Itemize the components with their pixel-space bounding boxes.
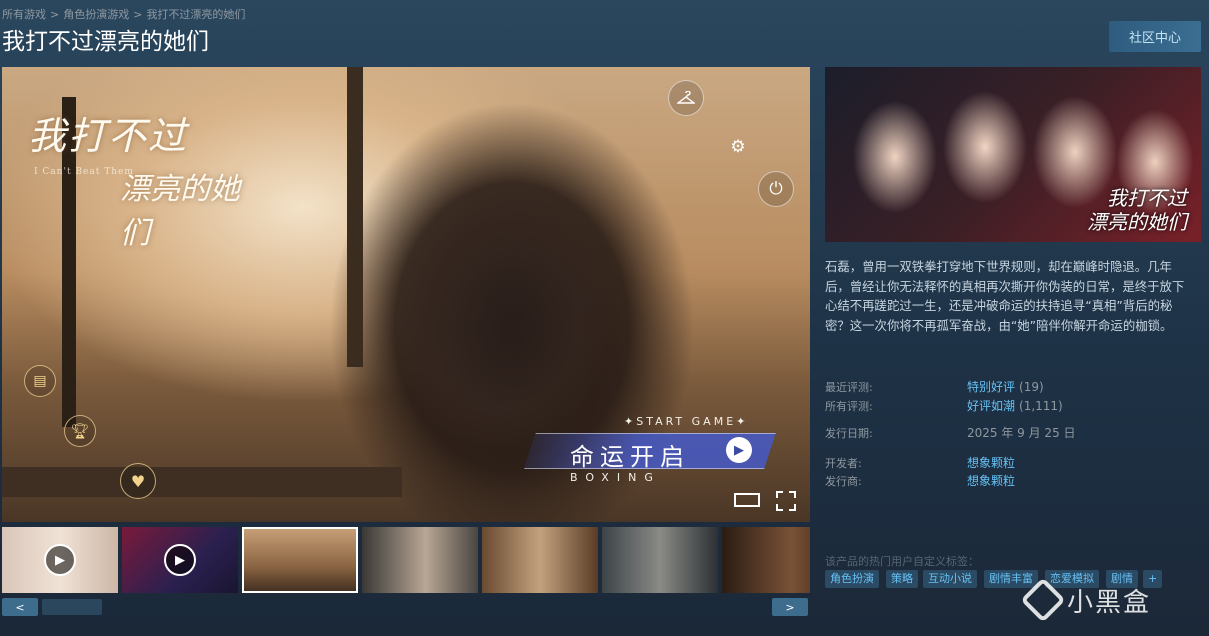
- breadcrumb: 所有游戏 > 角色扮演游戏 > 我打不过漂亮的她们: [2, 6, 245, 22]
- thumbnail-video-1[interactable]: ▶: [2, 527, 118, 593]
- header-capsule-image: 我打不过 漂亮的她们: [825, 67, 1201, 242]
- capsule-title-line-2: 漂亮的她们: [1087, 210, 1187, 234]
- all-reviews-value[interactable]: 好评如潮: [967, 399, 1015, 413]
- fullscreen-icon[interactable]: [776, 491, 796, 514]
- game-description: 石磊，曾用一双铁拳打穿地下世界规则，却在巅峰时隐退。几年后，曾经让你无法释怀的真…: [825, 259, 1185, 333]
- release-date-row: 发行日期: 2025 年 9 月 25 日: [825, 424, 1076, 441]
- breadcrumb-separator: >: [50, 8, 60, 21]
- thumbnail-screenshot-5[interactable]: [722, 527, 810, 593]
- capsule-title: 我打不过 漂亮的她们: [1087, 186, 1187, 234]
- chevron-left-icon: <: [15, 600, 25, 614]
- community-hub-button[interactable]: 社区中心: [1109, 21, 1201, 52]
- release-date-label: 发行日期:: [825, 427, 873, 440]
- tag-item[interactable]: 互动小说: [923, 570, 977, 588]
- logo-line-1: 我打不过: [28, 114, 189, 158]
- thumbnail-screenshot-4[interactable]: [602, 527, 718, 593]
- palm-trunk: [347, 67, 363, 367]
- trophy-icon[interactable]: 🏆︎: [64, 415, 96, 447]
- boxing-label: BOXING: [570, 471, 661, 484]
- thumbnail-screenshot-3[interactable]: [482, 527, 598, 593]
- publisher-row: 发行商: 想象颗粒: [825, 472, 1015, 489]
- hanger-icon[interactable]: [668, 80, 704, 116]
- thumbnail-screenshot-2[interactable]: [362, 527, 478, 593]
- breadcrumb-item-game[interactable]: 我打不过漂亮的她们: [146, 8, 245, 21]
- watermark-text: 小黑盒: [1067, 587, 1152, 618]
- gear-icon[interactable]: ⚙: [720, 129, 756, 165]
- logo-english: I Can't Beat Them: [34, 167, 134, 177]
- hearts-icon[interactable]: ♥: [120, 463, 156, 499]
- watermark: 小黑盒: [1020, 577, 1177, 623]
- thumbnail-video-2[interactable]: ▶: [122, 527, 238, 593]
- tags-label: 该产品的热门用户自定义标签：: [825, 555, 979, 568]
- tag-item[interactable]: 角色扮演: [825, 570, 879, 588]
- play-icon: ▶: [44, 544, 76, 576]
- power-icon[interactable]: ⏻: [758, 171, 794, 207]
- xiaoheihe-logo-icon: [1020, 577, 1066, 623]
- scrollbar-thumb[interactable]: [42, 599, 102, 615]
- breadcrumb-separator: >: [133, 8, 143, 21]
- bench: [2, 467, 402, 497]
- scroll-left-button[interactable]: <: [2, 598, 38, 616]
- start-game-cn-label: 命运开启: [570, 443, 690, 471]
- breadcrumb-item-all-games[interactable]: 所有游戏: [2, 8, 46, 21]
- publisher-link[interactable]: 想象颗粒: [967, 474, 1015, 488]
- window-mode-icon[interactable]: [734, 491, 760, 511]
- all-reviews-row: 所有评测: 好评如潮 (1,111): [825, 397, 1063, 414]
- thumbnail-screenshot-1[interactable]: [242, 527, 358, 593]
- recent-reviews-value[interactable]: 特别好评: [967, 380, 1015, 394]
- capsule-title-line-1: 我打不过: [1107, 186, 1187, 210]
- start-game-en-label: ✦START GAME✦: [624, 415, 749, 428]
- developer-label: 开发者:: [825, 457, 862, 470]
- page-title: 我打不过漂亮的她们: [2, 29, 209, 55]
- recent-reviews-count: (19): [1019, 380, 1044, 394]
- recent-reviews-label: 最近评测:: [825, 381, 873, 394]
- developer-row: 开发者: 想象颗粒: [825, 454, 1015, 471]
- scroll-right-button[interactable]: >: [772, 598, 808, 616]
- all-reviews-count: (1,111): [1019, 399, 1063, 413]
- release-date-value: 2025 年 9 月 25 日: [967, 426, 1076, 440]
- game-logo: 我打不过 I Can't Beat Them 漂亮的她们: [28, 105, 268, 255]
- notes-icon[interactable]: ▤: [24, 365, 56, 397]
- logo-line-2: 漂亮的她们: [120, 172, 240, 251]
- publisher-label: 发行商:: [825, 475, 862, 488]
- thumbnail-scrollbar[interactable]: < >: [2, 598, 810, 616]
- recent-reviews-row: 最近评测: 特别好评 (19): [825, 378, 1044, 395]
- start-game-panel[interactable]: ✦START GAME✦ 命运开启 ▶ BOXING: [524, 415, 780, 484]
- play-icon: ▶: [164, 544, 196, 576]
- main-media-viewer[interactable]: 我打不过 I Can't Beat Them 漂亮的她们 ⚙ ⏻ ▤ 🏆︎ ♥ …: [2, 67, 810, 522]
- chevron-right-icon: >: [785, 600, 795, 614]
- tag-item[interactable]: 策略: [886, 570, 918, 588]
- thumbnail-strip: ▶ ▶: [2, 527, 810, 593]
- breadcrumb-item-rpg[interactable]: 角色扮演游戏: [63, 8, 129, 21]
- developer-link[interactable]: 想象颗粒: [967, 456, 1015, 470]
- all-reviews-label: 所有评测:: [825, 400, 873, 413]
- play-icon[interactable]: ▶: [726, 437, 752, 463]
